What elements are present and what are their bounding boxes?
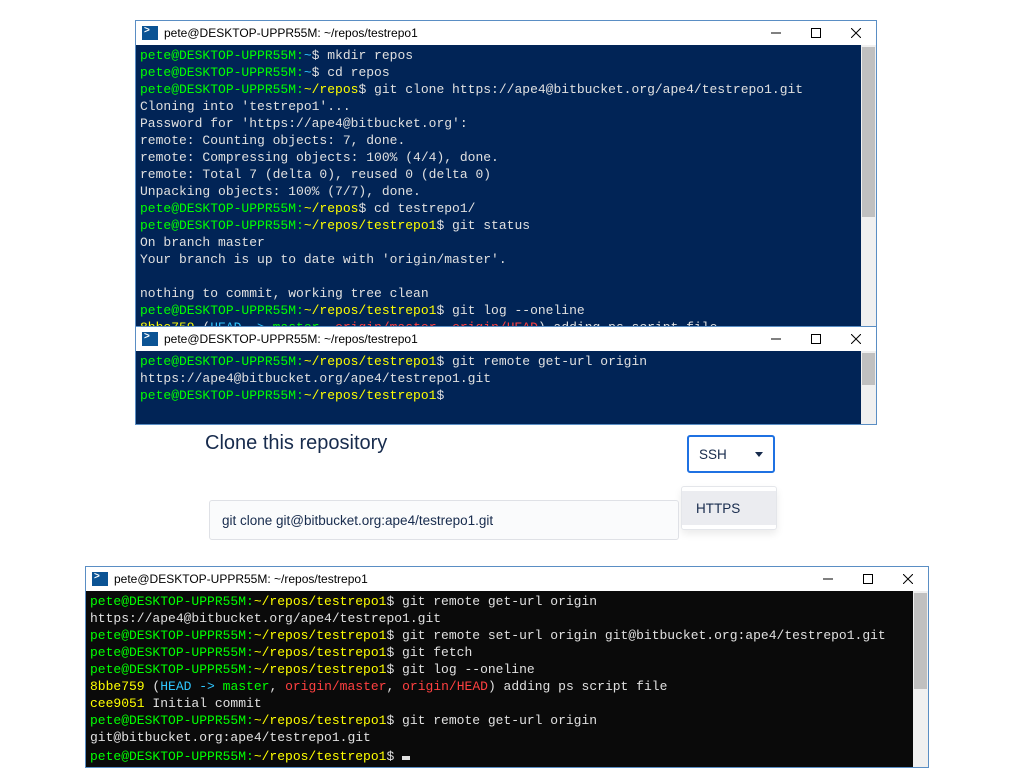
titlebar[interactable]: pete@DESKTOP-UPPR55M: ~/repos/testrepo1 bbox=[86, 567, 928, 591]
scroll-thumb[interactable] bbox=[862, 353, 875, 385]
maximize-button[interactable] bbox=[796, 21, 836, 45]
powershell-icon bbox=[142, 26, 158, 40]
clone-command-input[interactable]: git clone git@bitbucket.org:ape4/testrep… bbox=[209, 500, 679, 540]
protocol-dropdown[interactable]: SSH bbox=[687, 435, 775, 473]
scrollbar[interactable] bbox=[861, 351, 876, 424]
chevron-down-icon bbox=[755, 452, 763, 457]
powershell-icon bbox=[92, 572, 108, 586]
scroll-thumb[interactable] bbox=[914, 593, 927, 689]
protocol-selected: SSH bbox=[699, 447, 727, 462]
scrollbar[interactable] bbox=[913, 591, 928, 767]
minimize-button[interactable] bbox=[808, 567, 848, 591]
clone-command-text: git clone git@bitbucket.org:ape4/testrep… bbox=[222, 513, 493, 528]
window-title: pete@DESKTOP-UPPR55M: ~/repos/testrepo1 bbox=[164, 332, 756, 346]
powershell-window-1: pete@DESKTOP-UPPR55M: ~/repos/testrepo1 … bbox=[135, 20, 877, 373]
close-button[interactable] bbox=[888, 567, 928, 591]
titlebar[interactable]: pete@DESKTOP-UPPR55M: ~/repos/testrepo1 bbox=[136, 327, 876, 351]
powershell-window-3: pete@DESKTOP-UPPR55M: ~/repos/testrepo1 … bbox=[85, 566, 929, 768]
scrollbar[interactable] bbox=[861, 45, 876, 372]
window-title: pete@DESKTOP-UPPR55M: ~/repos/testrepo1 bbox=[164, 26, 756, 40]
terminal-content[interactable]: pete@DESKTOP-UPPR55M:~$ mkdir repos pete… bbox=[136, 45, 861, 372]
protocol-option-https[interactable]: HTTPS bbox=[682, 491, 776, 525]
close-button[interactable] bbox=[836, 327, 876, 351]
minimize-button[interactable] bbox=[756, 327, 796, 351]
terminal-content[interactable]: pete@DESKTOP-UPPR55M:~/repos/testrepo1$ … bbox=[86, 591, 913, 767]
terminal-content[interactable]: pete@DESKTOP-UPPR55M:~/repos/testrepo1$ … bbox=[136, 351, 861, 424]
titlebar[interactable]: pete@DESKTOP-UPPR55M: ~/repos/testrepo1 bbox=[136, 21, 876, 45]
window-title: pete@DESKTOP-UPPR55M: ~/repos/testrepo1 bbox=[114, 572, 808, 586]
protocol-dropdown-menu: HTTPS bbox=[681, 486, 777, 530]
powershell-icon bbox=[142, 332, 158, 346]
powershell-window-2: pete@DESKTOP-UPPR55M: ~/repos/testrepo1 … bbox=[135, 326, 877, 425]
close-button[interactable] bbox=[836, 21, 876, 45]
minimize-button[interactable] bbox=[756, 21, 796, 45]
maximize-button[interactable] bbox=[796, 327, 836, 351]
scroll-thumb[interactable] bbox=[862, 47, 875, 217]
maximize-button[interactable] bbox=[848, 567, 888, 591]
